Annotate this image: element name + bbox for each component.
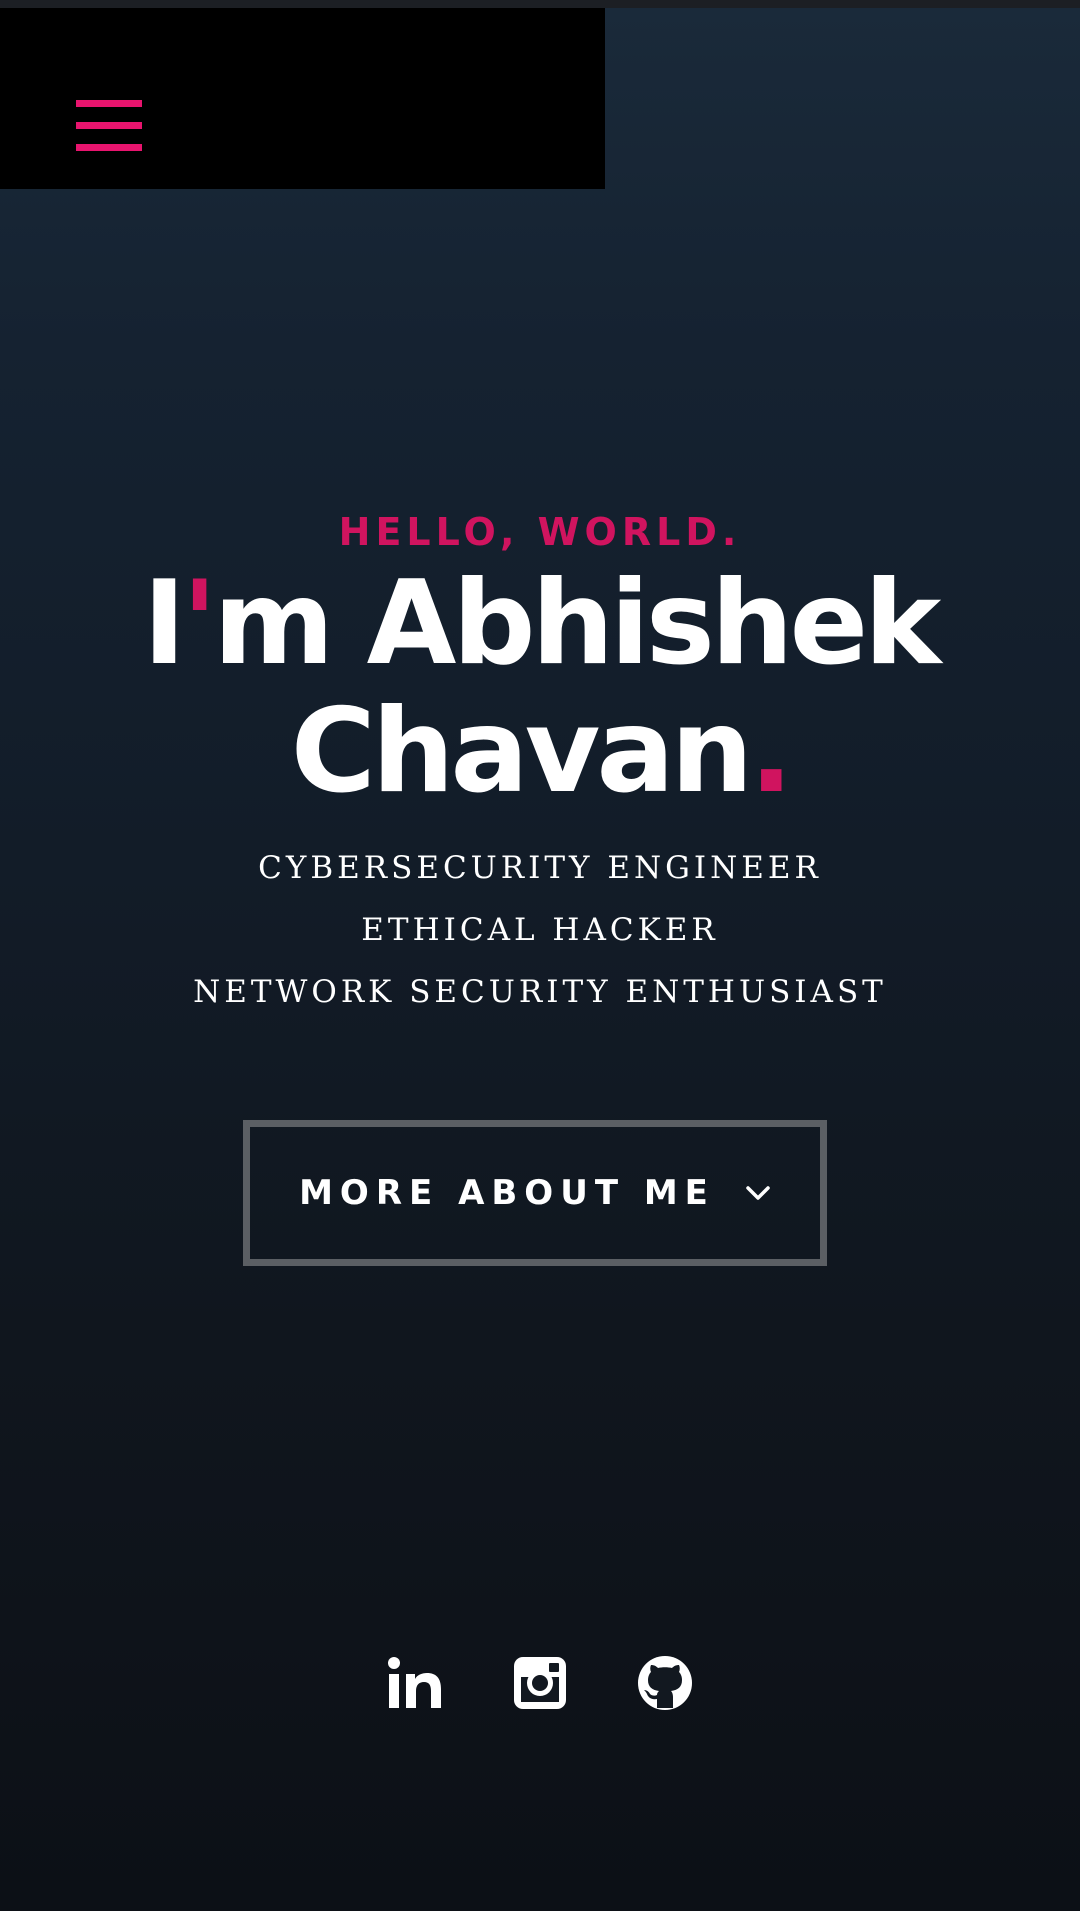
more-about-me-label: MORE ABOUT ME bbox=[299, 1173, 715, 1213]
hero-name: I'm Abhishek Chavan. bbox=[90, 560, 990, 816]
chevron-down-icon bbox=[745, 1180, 771, 1206]
name-dot: . bbox=[749, 684, 793, 819]
hamburger-menu-icon[interactable] bbox=[76, 100, 142, 152]
name-line-2: Chavan. bbox=[90, 688, 990, 816]
greeting: HELLO, WORLD. bbox=[338, 510, 742, 554]
name-first-letter: I bbox=[142, 556, 186, 691]
role-item: CYBERSECURITY ENGINEER bbox=[258, 850, 822, 886]
menu-line bbox=[76, 100, 142, 107]
name-last: Chavan bbox=[290, 684, 753, 819]
role-item: NETWORK SECURITY ENTHUSIAST bbox=[193, 974, 887, 1010]
nav-bar bbox=[0, 8, 605, 189]
menu-line bbox=[76, 144, 142, 151]
menu-line bbox=[76, 122, 142, 129]
instagram-icon[interactable] bbox=[512, 1655, 568, 1711]
role-item: ETHICAL HACKER bbox=[361, 912, 719, 948]
linkedin-icon[interactable] bbox=[387, 1655, 443, 1711]
roles-list: CYBERSECURITY ENGINEER ETHICAL HACKER NE… bbox=[0, 842, 1080, 1028]
top-border bbox=[0, 0, 1080, 8]
name-rest: m Abhishek bbox=[213, 556, 941, 691]
github-icon[interactable] bbox=[637, 1655, 693, 1711]
name-apostrophe: ' bbox=[181, 556, 217, 691]
more-about-me-button[interactable]: MORE ABOUT ME bbox=[243, 1120, 827, 1266]
name-line-1: I'm Abhishek bbox=[90, 560, 990, 688]
